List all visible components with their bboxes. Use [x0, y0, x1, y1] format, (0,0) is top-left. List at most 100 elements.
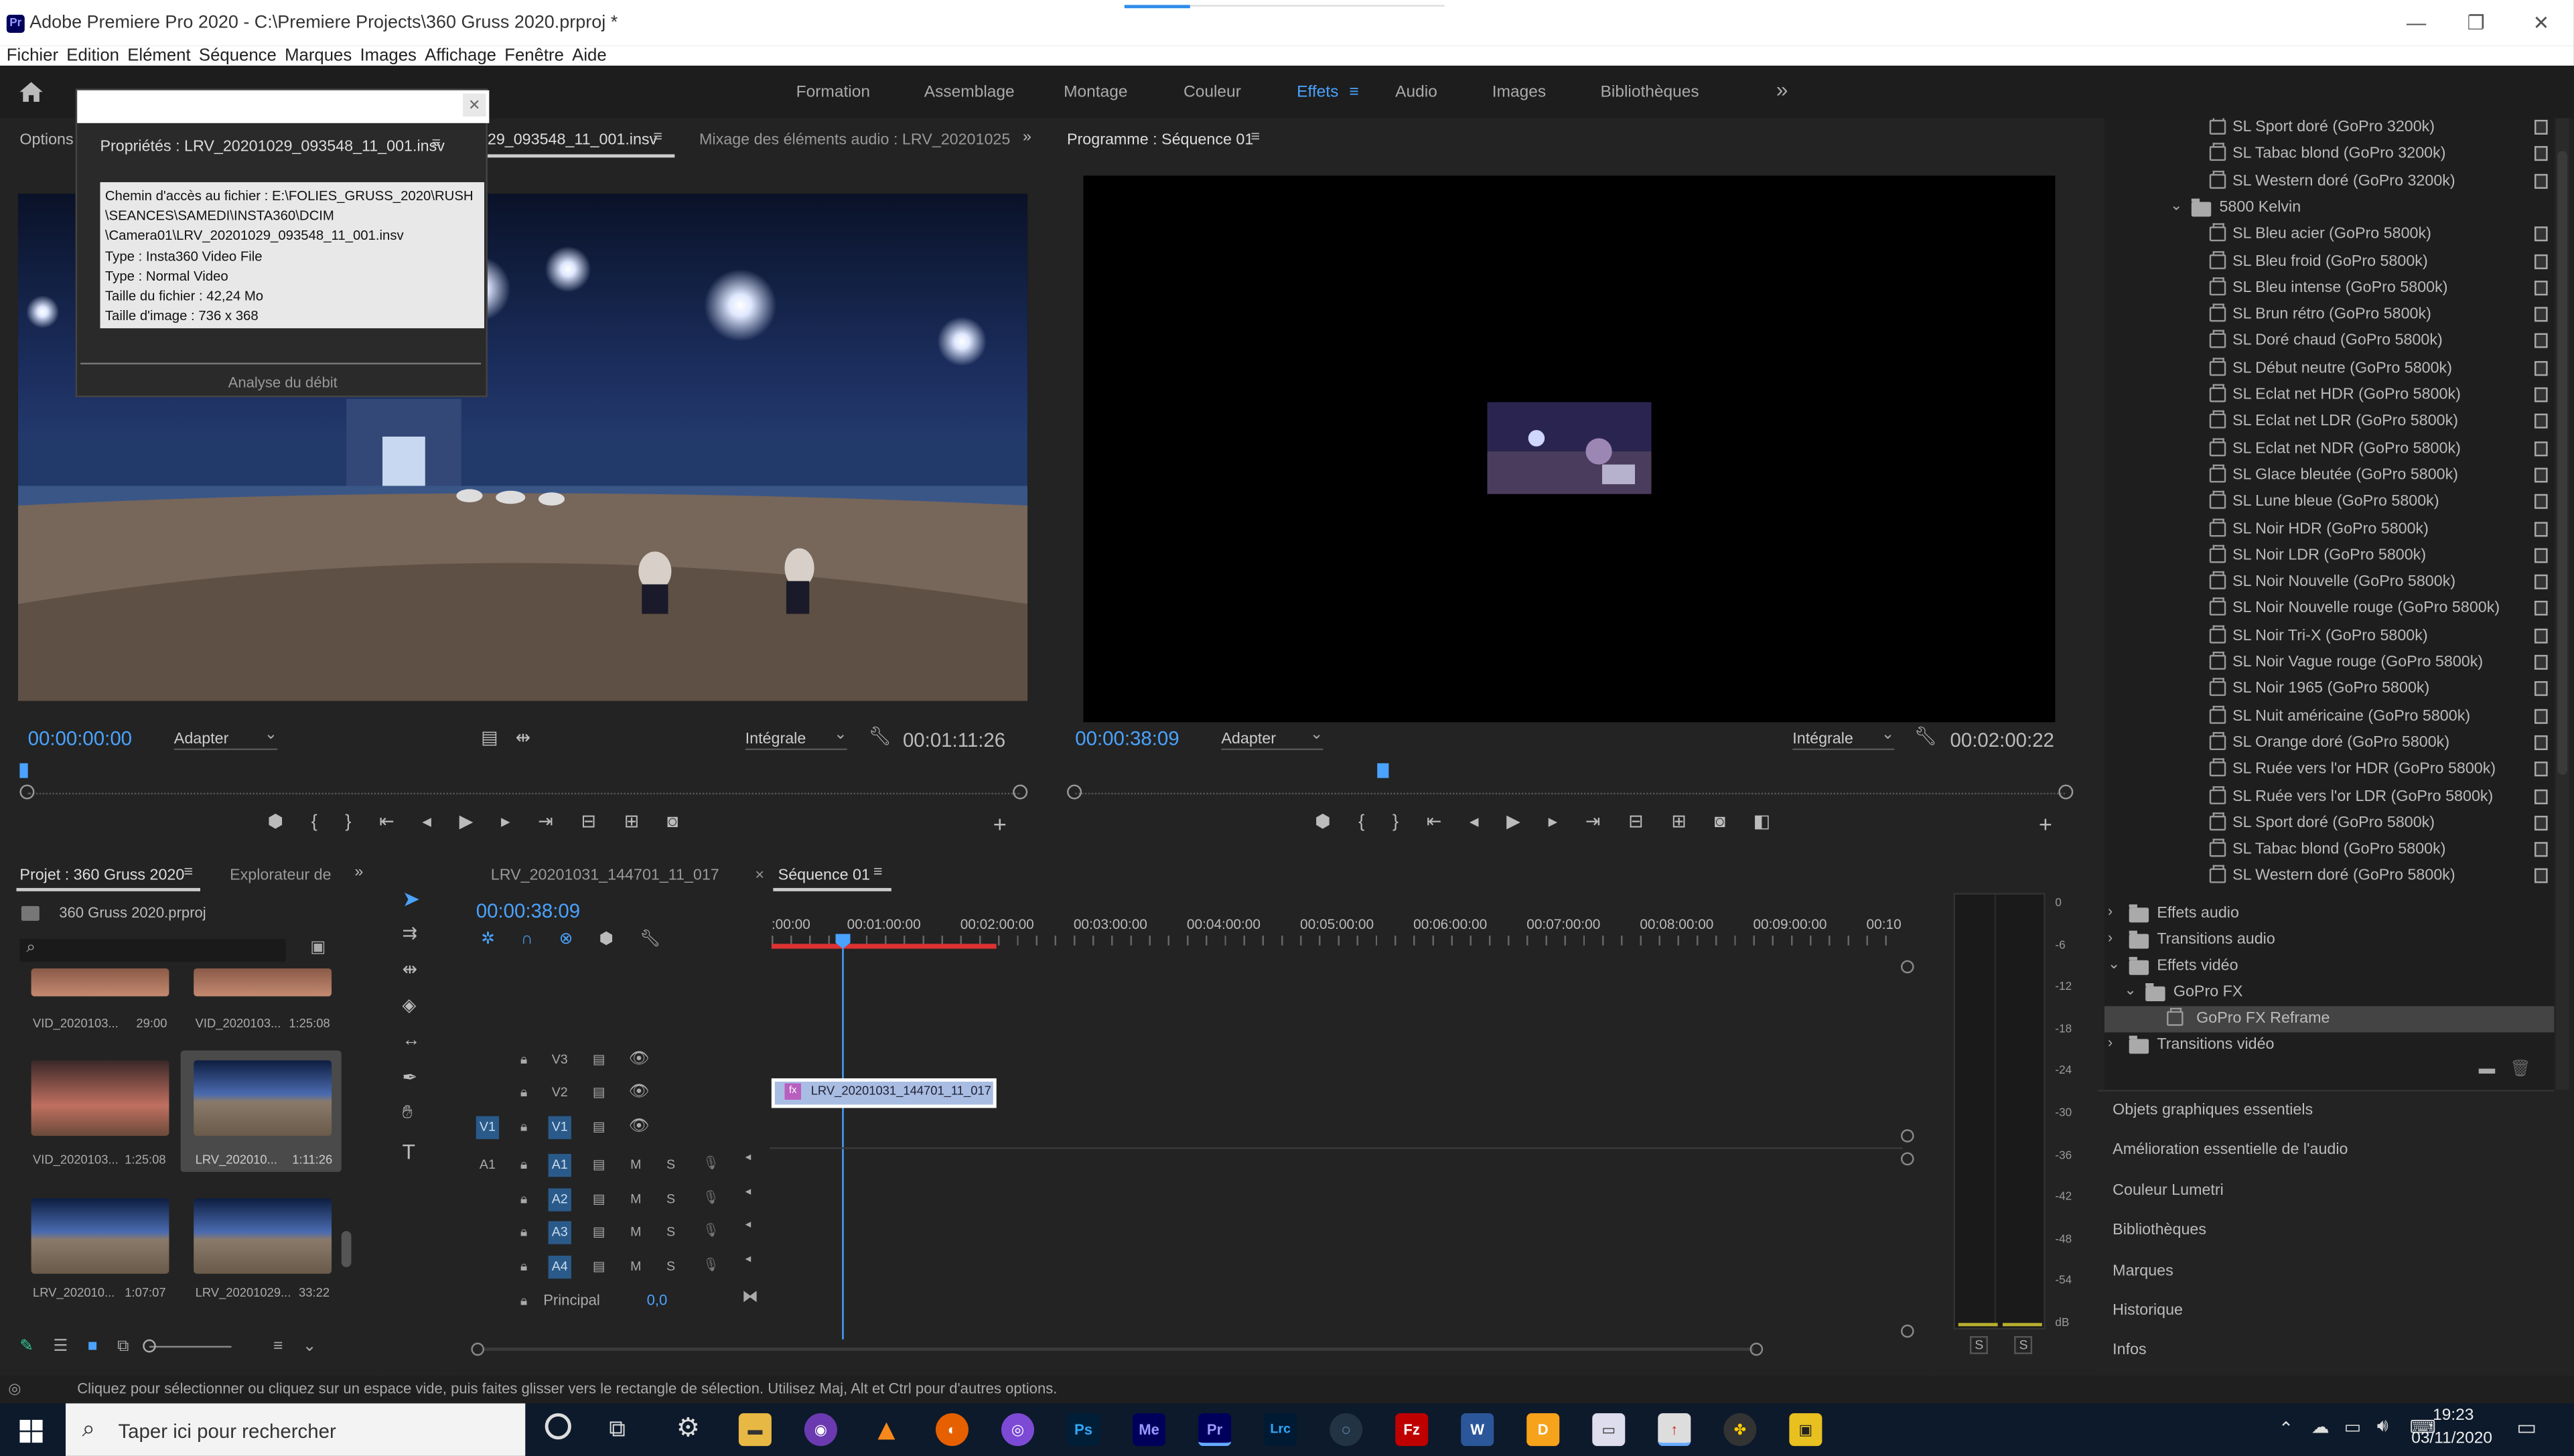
notifications-icon[interactable]: ▭ — [2516, 1415, 2536, 1441]
tab-source[interactable]: 29_093548_11_001.insv — [488, 131, 657, 149]
effect-preset[interactable]: SL Bleu froid (GoPro 5800k) — [2104, 248, 2555, 275]
chevron-icon[interactable]: ⌄ — [2108, 955, 2120, 973]
mute-button[interactable]: M — [630, 1157, 641, 1172]
mute-button[interactable]: M — [630, 1259, 641, 1274]
export-frame-icon[interactable]: ⇹ — [516, 727, 531, 748]
effect-group[interactable]: › Transitions audio — [2104, 928, 2555, 954]
clock-date[interactable]: 03/11/2020 — [2411, 1430, 2492, 1448]
effect-preset[interactable]: SL Western doré (GoPro 3200k) — [2104, 168, 2555, 194]
insert-icon[interactable]: ⊟ — [581, 811, 596, 832]
new-bin-icon[interactable]: ▬ — [2479, 1060, 2496, 1078]
effect-preset[interactable]: SL Noir LDR (GoPro 5800k) — [2104, 543, 2555, 569]
effect-preset[interactable]: SL Orange doré (GoPro 5800k) — [2104, 730, 2555, 756]
overwrite-icon[interactable]: ⊞ — [624, 811, 640, 832]
effect-preset[interactable]: SL Tabac blond (GoPro 3200k) — [2104, 141, 2555, 167]
keyframe-icon[interactable]: ◂ — [745, 1185, 752, 1198]
timeline-zoom-bar[interactable] — [484, 1348, 1754, 1352]
go-to-end-icon[interactable]: ⧓ — [742, 1289, 759, 1307]
effect-group[interactable]: ⌄ GoPro FX — [2104, 980, 2555, 1006]
menu-aide[interactable]: Aide — [572, 46, 607, 66]
tab-media-browser[interactable]: Explorateur de — [230, 867, 331, 885]
track-label[interactable]: A1 — [548, 1153, 571, 1177]
workspace-audio[interactable]: Audio — [1395, 84, 1437, 102]
compare-icon[interactable]: ◧ — [1754, 811, 1771, 832]
tab-project[interactable]: Projet : 360 Gruss 2020 — [19, 867, 184, 885]
slip-icon[interactable]: ↔ — [402, 1031, 420, 1050]
camera-icon[interactable]: ◙ — [667, 812, 678, 831]
lock-icon[interactable]: 🔒︎ — [520, 1119, 527, 1136]
mic-icon[interactable]: 🎙︎ — [703, 1190, 719, 1205]
out-point-icon[interactable]: } — [1392, 812, 1399, 831]
effect-preset[interactable]: SL Nuit américaine (GoPro 5800k) — [2104, 703, 2555, 729]
track-label[interactable]: V1 — [548, 1116, 571, 1139]
effect-group[interactable]: ⌄ Effets vidéo — [2104, 954, 2555, 980]
tab-properties[interactable]: Propriétés : LRV_20201029_093548_11_001.… — [100, 138, 444, 156]
eye-icon[interactable]: 👁︎ — [629, 1051, 650, 1069]
workspace-couleur[interactable]: Couleur — [1184, 84, 1241, 102]
sync-lock-icon[interactable]: ▤ — [593, 1157, 605, 1172]
workspace-formation[interactable]: Formation — [796, 84, 870, 102]
firefox-icon[interactable]: ◐ — [935, 1413, 969, 1447]
effect-preset[interactable]: SL Noir 1965 (GoPro 5800k) — [2104, 676, 2555, 703]
lock-icon[interactable]: 🔒︎ — [520, 1191, 527, 1208]
mic-icon[interactable]: 🎙︎ — [703, 1223, 719, 1238]
play-icon[interactable]: ▶ — [1506, 811, 1520, 832]
lift-icon[interactable]: ⊟ — [1628, 811, 1644, 832]
extract-icon[interactable]: ⊞ — [1671, 811, 1687, 832]
disk-icon[interactable]: ◌ — [1330, 1413, 1363, 1447]
menu-fenetre[interactable]: Fenêtre — [504, 46, 564, 66]
effect-group[interactable]: › Effets audio — [2104, 901, 2555, 927]
chevron-down-icon[interactable]: ⌄ — [2170, 197, 2182, 215]
network-icon[interactable]: ▭ — [2344, 1416, 2362, 1437]
panel-markers[interactable]: Marques — [2113, 1262, 2173, 1281]
mic-icon[interactable]: 🎙︎ — [703, 1257, 719, 1272]
add-button-icon[interactable]: + — [2039, 811, 2052, 837]
solo-button[interactable]: S — [666, 1157, 675, 1172]
close-tab-icon[interactable]: × — [755, 867, 764, 885]
tab-sequence[interactable]: Séquence 01 — [778, 867, 870, 885]
freeform-view-icon[interactable]: ⧉ — [117, 1337, 129, 1356]
workspace-bibliotheques[interactable]: Bibliothèques — [1601, 84, 1699, 102]
pinned-app-icon[interactable]: ↑ — [1658, 1413, 1691, 1447]
minimize-button[interactable]: — — [2407, 11, 2426, 34]
clip-thumbnail[interactable] — [31, 1060, 169, 1136]
tab-menu-icon[interactable]: ≡ — [653, 128, 662, 146]
vlc-icon[interactable]: ▲ — [870, 1413, 903, 1446]
lightroom-icon[interactable]: Lrc — [1264, 1413, 1297, 1447]
menu-element[interactable]: Elément — [127, 46, 190, 66]
in-point-icon[interactable]: { — [1358, 812, 1364, 831]
effect-preset[interactable]: SL Eclat net NDR (GoPro 5800k) — [2104, 436, 2555, 462]
workspace-montage[interactable]: Montage — [1064, 84, 1127, 102]
tab-menu-icon[interactable]: ≡ — [184, 863, 193, 881]
workspace-menu-icon[interactable]: ≡ — [1350, 84, 1359, 102]
close-button[interactable]: ✕ — [2533, 11, 2550, 34]
menu-images[interactable]: Images — [360, 46, 416, 66]
snap-icon[interactable]: ∩ — [521, 931, 533, 949]
nest-icon[interactable]: ✲ — [481, 931, 495, 949]
clip-thumbnail[interactable] — [194, 1060, 332, 1136]
timeline-timecode[interactable]: 00:00:38:09 — [476, 899, 580, 922]
workspace-effets[interactable]: Effets — [1297, 84, 1338, 102]
track-label[interactable]: V3 — [549, 1049, 571, 1072]
step-back-icon[interactable]: ◂ — [422, 811, 431, 832]
effect-preset[interactable]: SL Noir HDR (GoPro 5800k) — [2104, 516, 2555, 542]
linked-selection-icon[interactable]: ⊗ — [559, 931, 573, 949]
sync-lock-icon[interactable]: ▤ — [593, 1052, 605, 1067]
photoshop-icon[interactable]: Ps — [1067, 1413, 1100, 1447]
step-forward-icon[interactable]: ▸ — [501, 811, 510, 832]
keyframe-icon[interactable]: ◂ — [745, 1151, 752, 1163]
notepad-icon[interactable]: ▭ — [1592, 1413, 1626, 1447]
word-icon[interactable]: W — [1461, 1413, 1494, 1447]
more-tabs-button[interactable]: » — [1023, 128, 1031, 146]
task-view-icon[interactable]: ⧉ — [609, 1415, 626, 1443]
effect-group[interactable]: GoPro FX Reframe — [2104, 1006, 2555, 1033]
program-playhead[interactable] — [1377, 763, 1389, 778]
effect-preset[interactable]: SL Western doré (GoPro 5800k) — [2104, 864, 2555, 890]
program-video-frame[interactable] — [1083, 175, 2056, 723]
effect-preset[interactable]: SL Lune bleue (GoPro 5800k) — [2104, 490, 2555, 516]
media-player-icon[interactable]: ◉ — [804, 1413, 837, 1447]
source-timecode[interactable]: 00:00:00:00 — [28, 727, 132, 750]
cortana-icon[interactable] — [545, 1413, 571, 1440]
wrench-icon[interactable]: 🔧︎ — [1914, 725, 1937, 747]
lock-icon[interactable]: 🔒︎ — [520, 1259, 527, 1276]
